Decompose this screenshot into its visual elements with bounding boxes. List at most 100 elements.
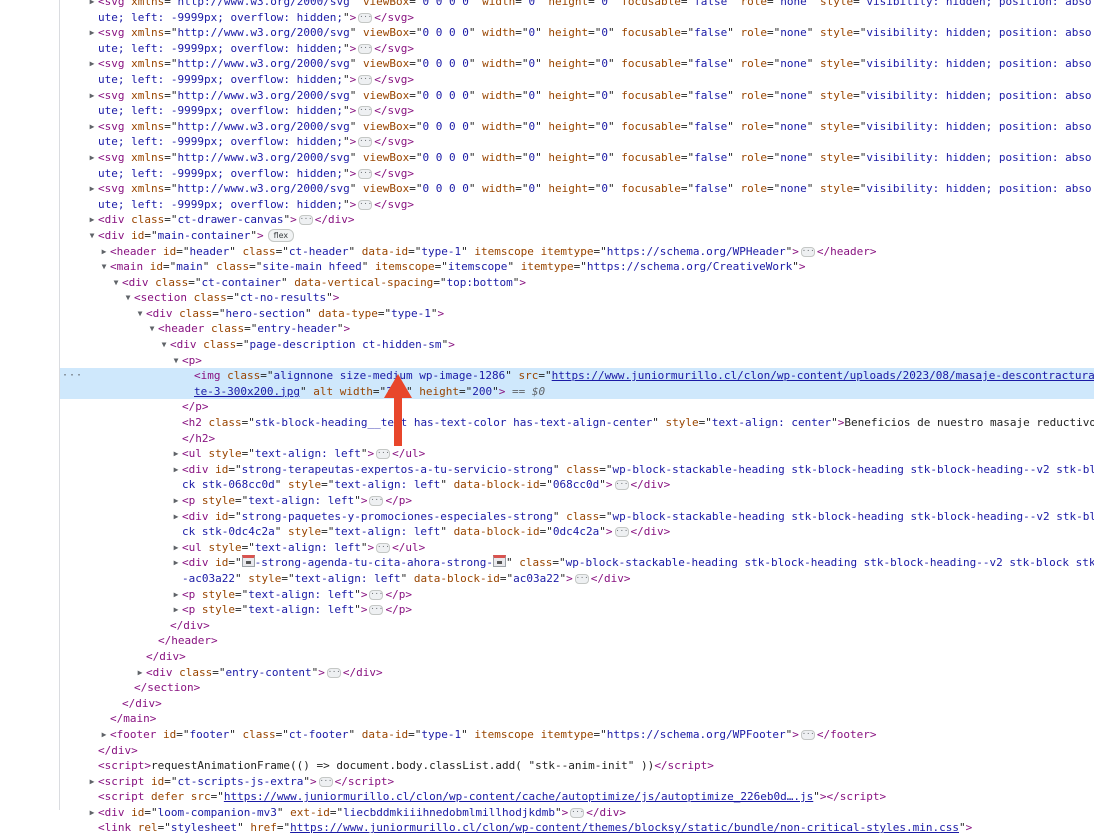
dom-node-row[interactable]: ▼ <div class="ct-container" data-vertical… — [60, 275, 1094, 291]
collapsed-content-ellipsis-button[interactable]: ··· — [369, 605, 384, 616]
collapse-triangle-icon[interactable]: ▼ — [148, 321, 156, 337]
collapsed-content-ellipsis-button[interactable]: ··· — [358, 168, 373, 179]
dom-node-row[interactable]: <h2 class="stk-block-heading__text has-t… — [60, 415, 1094, 431]
collapsed-content-ellipsis-button[interactable]: ··· — [614, 527, 629, 538]
collapsed-content-ellipsis-button[interactable]: ··· — [358, 12, 373, 23]
expand-triangle-icon[interactable]: ▶ — [88, 181, 96, 197]
dom-node-row[interactable]: ▼ <p> — [60, 353, 1094, 369]
dom-node-row[interactable]: </div> — [60, 696, 1094, 712]
dom-node-row[interactable]: <script>requestAnimationFrame(() => docu… — [60, 758, 1094, 774]
dom-node-row[interactable]: ute; left: -9999px; overflow: hidden;"> ·… — [60, 103, 1094, 119]
collapse-triangle-icon[interactable]: ▼ — [160, 337, 168, 353]
dom-node-row[interactable]: ▶ <div class="entry-content"> ··· </div> — [60, 665, 1094, 681]
resource-link[interactable]: https://www.juniormurillo.cl/clon/wp-con… — [552, 369, 1094, 382]
collapsed-content-ellipsis-button[interactable]: ··· — [376, 449, 391, 460]
collapsed-content-ellipsis-button[interactable]: ··· — [358, 43, 373, 54]
dom-node-row[interactable]: </p> — [60, 399, 1094, 415]
dom-node-row[interactable]: ▶ <script id="ct-scripts-js-extra"> ··· </s… — [60, 774, 1094, 790]
dom-node-row[interactable]: ute; left: -9999px; overflow: hidden;"> ·… — [60, 166, 1094, 182]
dom-node-row[interactable]: </div> — [60, 618, 1094, 634]
resource-link[interactable]: https://www.juniormurillo.cl/clon/wp-con… — [224, 790, 813, 803]
expand-triangle-icon[interactable]: ▶ — [88, 56, 96, 72]
expand-triangle-icon[interactable]: ▶ — [172, 602, 180, 618]
dom-node-row[interactable]: </div> — [60, 649, 1094, 665]
expand-triangle-icon[interactable]: ▶ — [88, 119, 96, 135]
expand-triangle-icon[interactable]: ▶ — [88, 88, 96, 104]
collapsed-content-ellipsis-button[interactable]: ··· — [318, 776, 333, 787]
dom-tree[interactable]: ▶ <svg xmlns="http://www.w3.org/2000/svg"… — [60, 0, 1094, 836]
expand-triangle-icon[interactable]: ▶ — [172, 462, 180, 478]
dom-node-row-selected[interactable]: ··· <img class="alignnone size-medium wp-… — [60, 368, 1094, 384]
collapse-triangle-icon[interactable]: ▼ — [136, 306, 144, 322]
expand-triangle-icon[interactable]: ▶ — [88, 212, 96, 228]
dom-node-row[interactable]: </main> — [60, 711, 1094, 727]
node-actions-dots-icon[interactable]: ··· — [62, 368, 83, 384]
collapsed-content-ellipsis-button[interactable]: ··· — [358, 137, 373, 148]
collapse-triangle-icon[interactable]: ▼ — [88, 228, 96, 244]
collapsed-content-ellipsis-button[interactable]: ··· — [358, 106, 373, 117]
expand-triangle-icon[interactable]: ▶ — [88, 774, 96, 790]
collapsed-content-ellipsis-button[interactable]: ··· — [358, 74, 373, 85]
expand-triangle-icon[interactable]: ▶ — [172, 493, 180, 509]
collapse-triangle-icon[interactable]: ▼ — [100, 259, 108, 275]
dom-node-row[interactable]: ▶ <svg xmlns="http://www.w3.org/2000/svg"… — [60, 181, 1094, 197]
dom-node-row[interactable]: ▶ <ul style="text-align: left"> ··· </ul> — [60, 446, 1094, 462]
collapse-triangle-icon[interactable]: ▼ — [112, 275, 120, 291]
collapse-triangle-icon[interactable]: ▼ — [124, 290, 132, 306]
dom-node-row[interactable]: </div> — [60, 743, 1094, 759]
dom-node-row[interactable]: ute; left: -9999px; overflow: hidden;"> ·… — [60, 41, 1094, 57]
dom-node-row[interactable]: ▶ <svg xmlns="http://www.w3.org/2000/svg"… — [60, 25, 1094, 41]
collapsed-content-ellipsis-button[interactable]: ··· — [376, 542, 391, 553]
dom-node-row[interactable]: ▼ <section class="ct-no-results"> — [60, 290, 1094, 306]
dom-node-row[interactable]: ute; left: -9999px; overflow: hidden;"> ·… — [60, 197, 1094, 213]
dom-node-row[interactable]: ▶ <svg xmlns="http://www.w3.org/2000/svg"… — [60, 119, 1094, 135]
dom-node-row[interactable]: ▶ <svg xmlns="http://www.w3.org/2000/svg"… — [60, 88, 1094, 104]
collapsed-content-ellipsis-button[interactable]: ··· — [369, 496, 384, 506]
dom-node-row[interactable]: ▼ <main id="main" class="site-main hfeed"… — [60, 259, 1094, 275]
dom-node-row[interactable]: ute; left: -9999px; overflow: hidden;"> ·… — [60, 134, 1094, 150]
expand-triangle-icon[interactable]: ▶ — [88, 0, 96, 10]
dom-node-row[interactable]: ▼ <div class="page-description ct-hidden-… — [60, 337, 1094, 353]
dom-node-row[interactable]: ▶ <div id="strong-paquetes-y-promociones-… — [60, 509, 1094, 525]
dom-node-row[interactable]: ute; left: -9999px; overflow: hidden;"> ·… — [60, 10, 1094, 26]
expand-triangle-icon[interactable]: ▶ — [100, 244, 108, 260]
collapsed-content-ellipsis-button[interactable]: ··· — [574, 573, 589, 584]
dom-node-row[interactable]: </header> — [60, 633, 1094, 649]
collapsed-content-ellipsis-button[interactable]: ··· — [800, 729, 815, 740]
expand-triangle-icon[interactable]: ▶ — [172, 446, 180, 462]
expand-triangle-icon[interactable]: ▶ — [100, 727, 108, 743]
flex-badge[interactable]: flex — [267, 229, 295, 243]
dom-node-row[interactable]: -ac03a22" style="text-align: left" data-… — [60, 571, 1094, 587]
dom-node-row[interactable]: ▶ <div id=" -strong-agenda-tu-cita-ahora-s… — [60, 555, 1094, 571]
dom-node-row[interactable]: ▶ <p style="text-align: left"> ··· </p> — [60, 602, 1094, 618]
expand-triangle-icon[interactable]: ▶ — [88, 150, 96, 166]
dom-node-row[interactable]: ▶ <svg xmlns="http://www.w3.org/2000/svg"… — [60, 150, 1094, 166]
dom-node-row[interactable]: ▶ <ul style="text-align: left"> ··· </ul> — [60, 540, 1094, 556]
expand-triangle-icon[interactable]: ▶ — [88, 805, 96, 821]
dom-node-row[interactable]: ▶ <div id="strong-terapeutas-expertos-a-t… — [60, 462, 1094, 478]
dom-node-row[interactable]: ▶ <div class="ct-drawer-canvas"> ··· </div> — [60, 212, 1094, 228]
dom-node-row[interactable]: ▶ <p style="text-align: left"> ··· </p> — [60, 587, 1094, 603]
resource-link[interactable]: te-3-300x200.jpg — [194, 385, 300, 398]
dom-node-row[interactable]: ▼ <header class="entry-header"> — [60, 321, 1094, 337]
resource-link[interactable]: https://www.juniormurillo.cl/clon/wp-con… — [290, 821, 959, 834]
dom-node-row[interactable]: </h2> — [60, 431, 1094, 447]
expand-triangle-icon[interactable]: ▶ — [136, 665, 144, 681]
collapsed-content-ellipsis-button[interactable]: ··· — [369, 589, 384, 600]
collapse-triangle-icon[interactable]: ▼ — [172, 353, 180, 369]
dom-node-row[interactable]: ▼ <div id="main-container"> flex — [60, 228, 1094, 244]
dom-node-row[interactable]: </section> — [60, 680, 1094, 696]
expand-triangle-icon[interactable]: ▶ — [88, 25, 96, 41]
dom-node-row[interactable]: ute; left: -9999px; overflow: hidden;"> ·… — [60, 72, 1094, 88]
dom-node-row[interactable]: ▶ <footer id="footer" class="ct-footer" d… — [60, 727, 1094, 743]
dom-node-row[interactable]: ▶ <svg xmlns="http://www.w3.org/2000/svg"… — [60, 56, 1094, 72]
dom-node-row[interactable]: ck stk-0dc4c2a" style="text-align: left"… — [60, 524, 1094, 540]
expand-triangle-icon[interactable]: ▶ — [172, 540, 180, 556]
dom-node-row-selected[interactable]: te-3-300x200.jpg" alt width="300" height… — [60, 383, 1094, 400]
collapsed-content-ellipsis-button[interactable]: ··· — [298, 215, 313, 226]
collapsed-content-ellipsis-button[interactable]: ··· — [358, 199, 373, 210]
collapsed-content-ellipsis-button[interactable]: ··· — [614, 480, 629, 491]
expand-triangle-icon[interactable]: ▶ — [172, 555, 180, 571]
expand-triangle-icon[interactable]: ▶ — [172, 587, 180, 603]
dom-node-row[interactable]: <link rel="stylesheet" href="https://www… — [60, 820, 1094, 836]
